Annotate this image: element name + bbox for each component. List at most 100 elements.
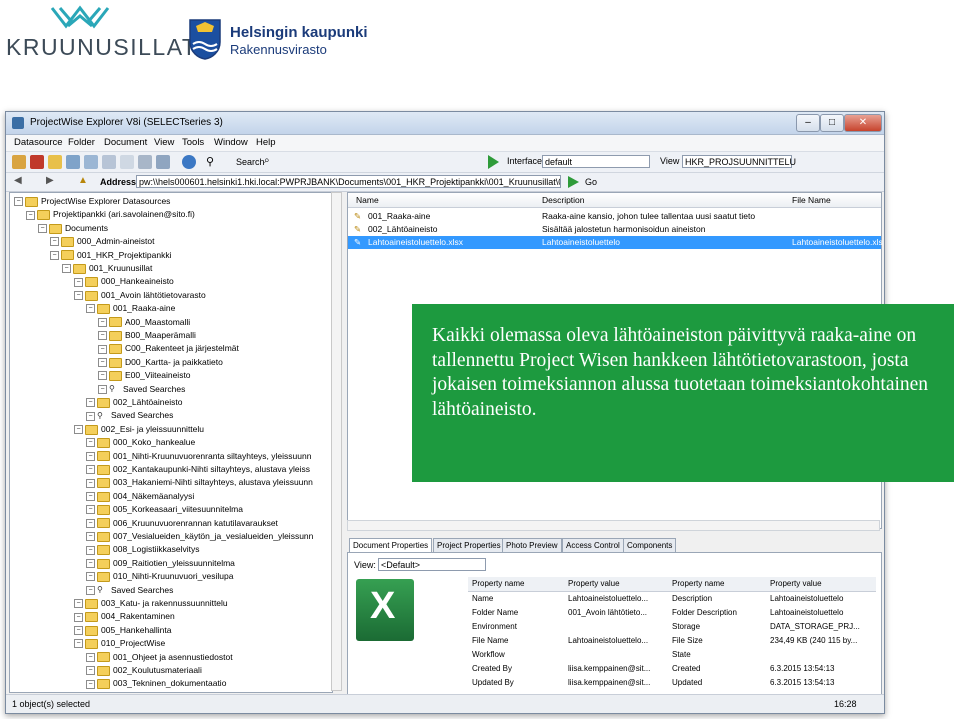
expand-toggle-icon[interactable]: − <box>74 599 83 609</box>
tree-item[interactable]: − 001_HKR_Projektipankki <box>50 249 172 262</box>
expand-toggle-icon[interactable]: − <box>74 639 83 649</box>
go-button[interactable]: Go <box>585 177 597 187</box>
expand-toggle-icon[interactable]: − <box>50 250 59 260</box>
expand-toggle-icon[interactable]: − <box>86 572 95 582</box>
tree-item[interactable]: − 002_Esi- ja yleissuunnittelu <box>74 423 204 436</box>
play-icon[interactable] <box>488 155 499 169</box>
tab-document-properties[interactable]: Document Properties <box>349 538 433 552</box>
view-icon[interactable] <box>120 155 134 169</box>
back-icon[interactable]: ◀ <box>14 175 22 186</box>
tree-item[interactable]: − 001_Avoin lähtötietovarasto <box>74 289 206 302</box>
maximize-button[interactable]: □ <box>820 114 844 132</box>
expand-toggle-icon[interactable]: − <box>86 679 95 689</box>
menu-view[interactable]: View <box>154 137 174 148</box>
expand-toggle-icon[interactable]: − <box>86 518 95 528</box>
expand-toggle-icon[interactable]: − <box>86 438 95 448</box>
list-row[interactable]: ✎ 002_Lähtöaineisto Sisältää jalostetun … <box>348 223 881 236</box>
properties-row[interactable]: Folder Name 001_Avoin lähtötieto... Folder… <box>468 606 876 620</box>
tree-item[interactable]: − ⚲ Saved Searches <box>86 409 173 422</box>
tree-item[interactable]: − 003_Katu- ja rakennussuunnittelu <box>74 597 228 610</box>
tree-item[interactable]: − 006_Kruunuvuorenrannan katutilavaraukse… <box>86 517 278 530</box>
expand-toggle-icon[interactable]: − <box>86 532 95 542</box>
expand-toggle-icon[interactable]: − <box>86 505 95 515</box>
expand-toggle-icon[interactable]: − <box>26 210 35 220</box>
expand-toggle-icon[interactable]: − <box>86 398 95 408</box>
tree-scrollbar[interactable] <box>331 192 342 691</box>
address-input[interactable]: pw:\\hels000601.helsinki1.hki.local:PWPR… <box>136 175 561 188</box>
expand-toggle-icon[interactable]: − <box>74 291 83 301</box>
properties-row[interactable]: Updated By liisa.kemppainen@sit... Updated… <box>468 676 876 690</box>
tree-item[interactable]: − 001_Raaka-aine <box>86 302 175 315</box>
expand-toggle-icon[interactable]: − <box>86 492 95 502</box>
go-arrow-icon[interactable] <box>568 176 579 188</box>
tree-item[interactable]: − 005_Hankehallinta <box>74 624 171 637</box>
tree-item[interactable]: − 004_Näkemäanalyysi <box>86 490 194 503</box>
tree-item[interactable]: − 001_Kruunusillat <box>62 262 152 275</box>
expand-toggle-icon[interactable]: − <box>86 666 95 676</box>
tree-item[interactable]: − D00_Kartta- ja paikkatieto <box>98 356 223 369</box>
menu-document[interactable]: Document <box>104 137 147 148</box>
tree-item[interactable]: − 000_Admin-aineistot <box>50 235 155 248</box>
expand-toggle-icon[interactable]: − <box>86 545 95 555</box>
expand-toggle-icon[interactable]: − <box>38 224 47 234</box>
interface-select[interactable]: default <box>542 155 650 168</box>
expand-toggle-icon[interactable]: − <box>98 358 107 368</box>
tree-item[interactable]: − 000_Hankeaineisto <box>74 275 174 288</box>
delete-icon[interactable] <box>30 155 44 169</box>
expand-toggle-icon[interactable]: − <box>50 237 59 247</box>
expand-toggle-icon[interactable]: − <box>74 612 83 622</box>
doc-view-select[interactable]: <Default> <box>378 558 486 571</box>
menu-datasource[interactable]: Datasource <box>14 137 63 148</box>
expand-toggle-icon[interactable]: − <box>86 411 95 421</box>
expand-toggle-icon[interactable]: − <box>74 425 83 435</box>
expand-toggle-icon[interactable]: − <box>86 465 95 475</box>
list-horizontal-scrollbar[interactable] <box>347 520 880 531</box>
tab-project-properties[interactable]: Project Properties <box>433 538 505 552</box>
tree-item[interactable]: − 000_Koko_hankealue <box>86 436 195 449</box>
new-document-icon[interactable] <box>66 155 80 169</box>
tree-item[interactable]: − 002_Lähtöaineisto <box>86 396 182 409</box>
expand-toggle-icon[interactable]: − <box>74 626 83 636</box>
tree-item[interactable]: − B00_Maaperämalli <box>98 329 196 342</box>
expand-toggle-icon[interactable]: − <box>86 652 95 662</box>
view-select[interactable]: HKR_PROJSUUNNITTELU <box>682 155 796 168</box>
menu-folder[interactable]: Folder <box>68 137 95 148</box>
help-icon[interactable] <box>182 155 196 169</box>
expand-toggle-icon[interactable]: − <box>98 371 107 381</box>
expand-toggle-icon[interactable]: − <box>98 344 107 354</box>
tree-item[interactable]: − 010_Nihti-Kruunuvuori_vesilupa <box>86 570 234 583</box>
tree-item[interactable]: − 003_Tekninen_dokumentaatio <box>86 677 226 690</box>
properties-row[interactable]: Environment Storage DATA_STORAGE_PRJ... <box>468 620 876 634</box>
tree-item[interactable]: − 007_Vesialueiden_käytön_ja_vesialueiden… <box>86 530 313 543</box>
menu-help[interactable]: Help <box>256 137 276 148</box>
up-folder-icon[interactable]: ▲ <box>78 175 88 186</box>
expand-toggle-icon[interactable]: − <box>86 585 95 595</box>
properties-column-header[interactable]: Property name <box>472 577 524 591</box>
tree-item[interactable]: − ⚲ Saved Searches <box>98 383 185 396</box>
tab-access-control[interactable]: Access Control <box>562 538 624 552</box>
expand-toggle-icon[interactable]: − <box>62 264 71 274</box>
tab-photo-preview[interactable]: Photo Preview <box>502 538 562 552</box>
search-label[interactable]: Search <box>236 157 265 167</box>
expand-toggle-icon[interactable]: − <box>86 559 95 569</box>
tree-item[interactable]: − C00_Rakenteet ja järjestelmät <box>98 342 239 355</box>
forward-icon[interactable]: ▶ <box>46 175 54 186</box>
properties-icon[interactable] <box>102 155 116 169</box>
properties-row[interactable]: Name Lahtoaineistoluettelo... Description L… <box>468 592 876 606</box>
new-folder-icon[interactable] <box>48 155 62 169</box>
tree-item[interactable]: − 005_Korkeasaari_viitesuunnitelma <box>86 503 243 516</box>
copy-icon[interactable] <box>84 155 98 169</box>
tree-item[interactable]: − 001_Nihti-Kruunuvuorenranta siltayhteys… <box>86 450 311 463</box>
column-description[interactable]: Description <box>542 195 585 205</box>
tree-item[interactable]: − Projektipankki (ari.savolainen@sito.fi) <box>26 208 195 221</box>
properties-row[interactable]: Created By liisa.kemppainen@sit... Created… <box>468 662 876 676</box>
menu-window[interactable]: Window <box>214 137 248 148</box>
expand-toggle-icon[interactable]: − <box>86 478 95 488</box>
list-row-selected[interactable]: ✎ Lahtoaineistoluettelo.xlsx Lahtoaineis… <box>348 236 883 249</box>
title-bar[interactable]: ProjectWise Explorer V8i (SELECTseries 3… <box>6 112 884 135</box>
tree-item[interactable]: − ProjectWise Explorer Datasources <box>14 195 170 208</box>
close-button[interactable]: ✕ <box>844 114 882 132</box>
expand-toggle-icon[interactable]: − <box>74 277 83 287</box>
details-icon[interactable] <box>156 155 170 169</box>
tree-item[interactable]: − ⚲ Saved Searches <box>86 584 173 597</box>
